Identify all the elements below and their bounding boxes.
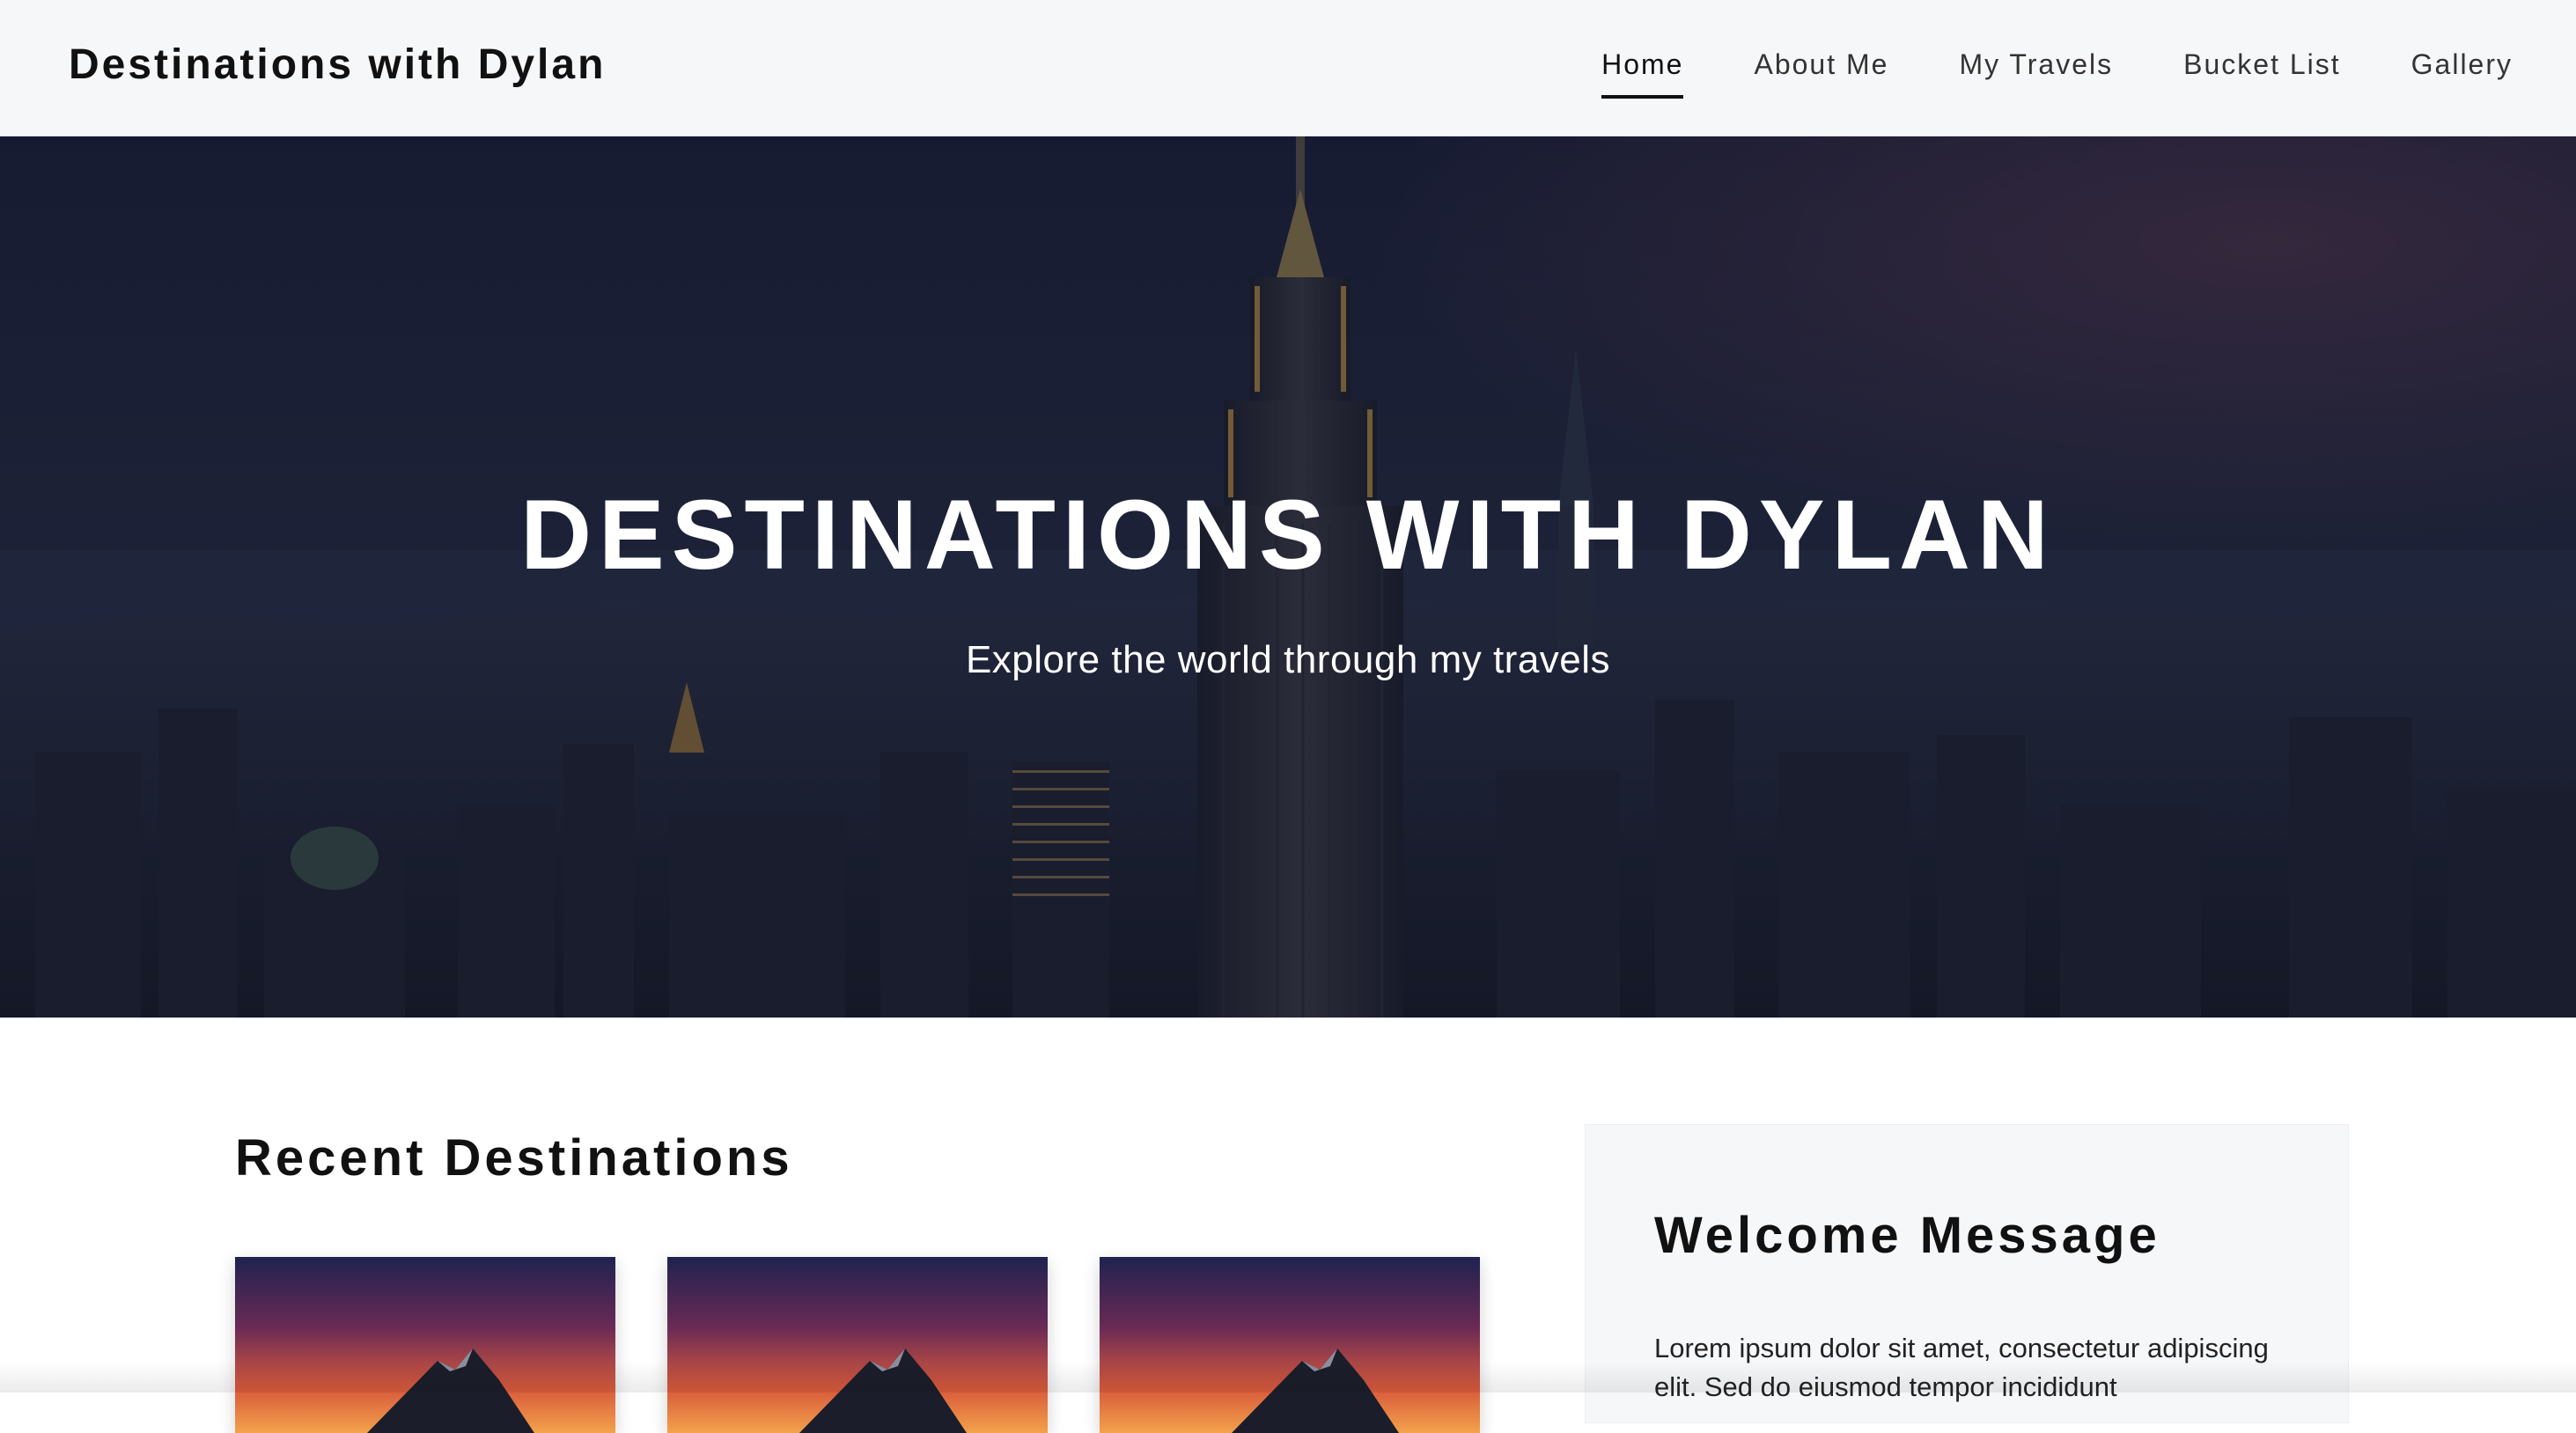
hero-banner: DESTINATIONS WITH DYLAN Explore the worl… [0, 136, 2576, 1018]
destination-card[interactable] [667, 1257, 1048, 1433]
site-brand[interactable]: Destinations with Dylan [69, 40, 606, 89]
mountain-sunset-image [235, 1257, 615, 1433]
hero-subtitle: Explore the world through my travels [0, 638, 2576, 682]
site-header: Destinations with Dylan Home About Me My… [0, 0, 2576, 136]
nav-link-bucket-list[interactable]: Bucket List [2183, 48, 2341, 93]
mountain-sunset-image [1100, 1257, 1480, 1433]
nav-link-home[interactable]: Home [1601, 48, 1683, 93]
nav-link-my-travels[interactable]: My Travels [1959, 48, 2113, 93]
welcome-heading: Welcome Message [1654, 1206, 2160, 1265]
welcome-panel: Welcome Message Lorem ipsum dolor sit am… [1585, 1124, 2349, 1423]
welcome-body-text: Lorem ipsum dolor sit amet, consectetur … [1654, 1329, 2288, 1407]
main-nav: Home About Me My Travels Bucket List Gal… [1601, 48, 2513, 93]
recent-destinations-heading: Recent Destinations [235, 1128, 793, 1187]
nav-link-gallery[interactable]: Gallery [2411, 48, 2513, 93]
destination-card[interactable] [1100, 1257, 1480, 1433]
mountain-sunset-image [667, 1257, 1048, 1433]
nav-link-about-me[interactable]: About Me [1754, 48, 1888, 93]
destination-card[interactable] [235, 1257, 615, 1433]
hero-title: DESTINATIONS WITH DYLAN [0, 478, 2576, 592]
